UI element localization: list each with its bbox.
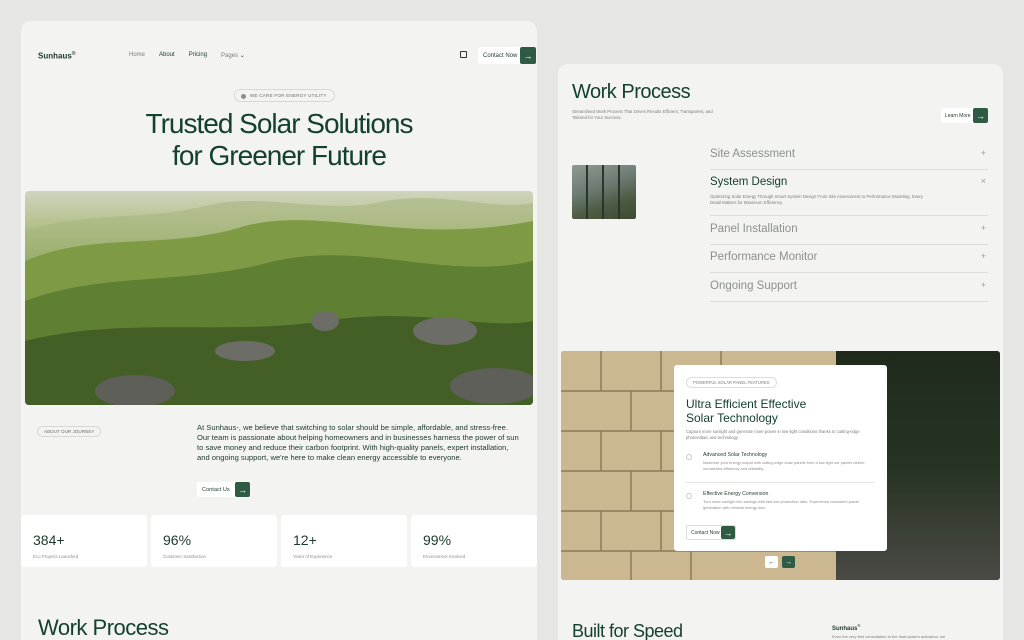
stat-card: 96% Customer Satisfaction: [151, 515, 277, 567]
arrow-right-icon[interactable]: →: [782, 556, 795, 568]
hero-landscape-image: [25, 191, 533, 405]
plus-icon: +: [980, 251, 986, 261]
nav-about[interactable]: About: [159, 52, 175, 59]
logo: Sunhaus®: [832, 623, 861, 632]
chevron-down-icon: ⌄: [239, 53, 245, 59]
greenhouse-image: [572, 165, 636, 219]
card-subtitle: Capture more sunlight and generate more …: [686, 429, 860, 440]
learn-more-button[interactable]: Learn More →: [941, 108, 988, 123]
nav-pages[interactable]: Pages ⌄: [221, 52, 245, 59]
radio-icon: [686, 454, 692, 460]
section-title: Work Process: [38, 615, 169, 640]
contact-now-button[interactable]: Contact Now →: [478, 47, 536, 64]
page-title: Work Process: [572, 81, 691, 103]
cart-icon[interactable]: [460, 51, 467, 58]
accordion-item[interactable]: Panel Installation +: [710, 223, 988, 245]
plus-icon: +: [980, 223, 986, 233]
radio-icon: [686, 493, 692, 499]
home-page-panel: Sunhaus® Home About Pricing Pages ⌄ Cont…: [21, 21, 537, 640]
dot-icon: [241, 94, 246, 99]
section-title: Built for Speed: [572, 621, 683, 640]
arrow-right-icon: →: [973, 108, 988, 123]
nav-home[interactable]: Home: [129, 52, 145, 59]
stats-row: 384+ Eco Projects Launched 96% Customer Sa…: [21, 515, 537, 567]
section-text: Even the very first consultation to the …: [832, 634, 946, 639]
stat-card: 12+ Years of Experience: [281, 515, 407, 567]
arrow-right-icon: →: [721, 526, 735, 539]
contact-now-button[interactable]: Contact Now →: [686, 525, 736, 540]
top-nav: Sunhaus® Home About Pricing Pages ⌄ Cont…: [38, 47, 536, 64]
accordion-item[interactable]: Performance Monitor +: [710, 251, 988, 273]
energy-badge: WE CARE FOR ENERGY UTILITY: [234, 89, 335, 102]
nav-links: Home About Pricing Pages ⌄: [129, 52, 245, 59]
accordion-item[interactable]: System Design × Optimizing Solar Energy T…: [710, 176, 988, 216]
stat-card: 384+ Eco Projects Launched: [21, 515, 147, 567]
card-title: Ultra Efficient Effective Solar Technolog…: [686, 397, 807, 425]
nav-pricing[interactable]: Pricing: [189, 52, 207, 59]
hero-title: Trusted Solar Solutions for Greener Futu…: [145, 108, 414, 171]
accordion-item[interactable]: Site Assessment +: [710, 148, 988, 170]
feature-card: POWERFUL SOLAR PANEL FEATURES Ultra Effi…: [674, 365, 887, 551]
features-badge: POWERFUL SOLAR PANEL FEATURES: [686, 377, 777, 388]
slider-controls: ← →: [765, 556, 795, 568]
arrow-right-icon: →: [520, 47, 536, 64]
contact-us-button[interactable]: Contact Us →: [197, 482, 250, 497]
journey-badge: ABOUT OUR JOURNEY: [37, 426, 102, 437]
arrow-left-icon[interactable]: ←: [765, 556, 778, 568]
about-text: At Sunhaus-, we believe that switching t…: [197, 423, 519, 462]
work-process-panel: Work Process Streamlined Work Process Th…: [558, 64, 1003, 640]
plus-icon: +: [980, 148, 986, 158]
accordion-item[interactable]: Ongoing Support +: [710, 280, 988, 302]
arrow-right-icon: →: [235, 482, 250, 497]
logo[interactable]: Sunhaus®: [38, 51, 75, 61]
plus-icon: +: [980, 280, 986, 290]
page-subtitle: Streamlined Work Process That Drives Res…: [572, 109, 713, 120]
close-icon: ×: [980, 176, 986, 186]
stat-card: 99% Environment Involved: [411, 515, 537, 567]
